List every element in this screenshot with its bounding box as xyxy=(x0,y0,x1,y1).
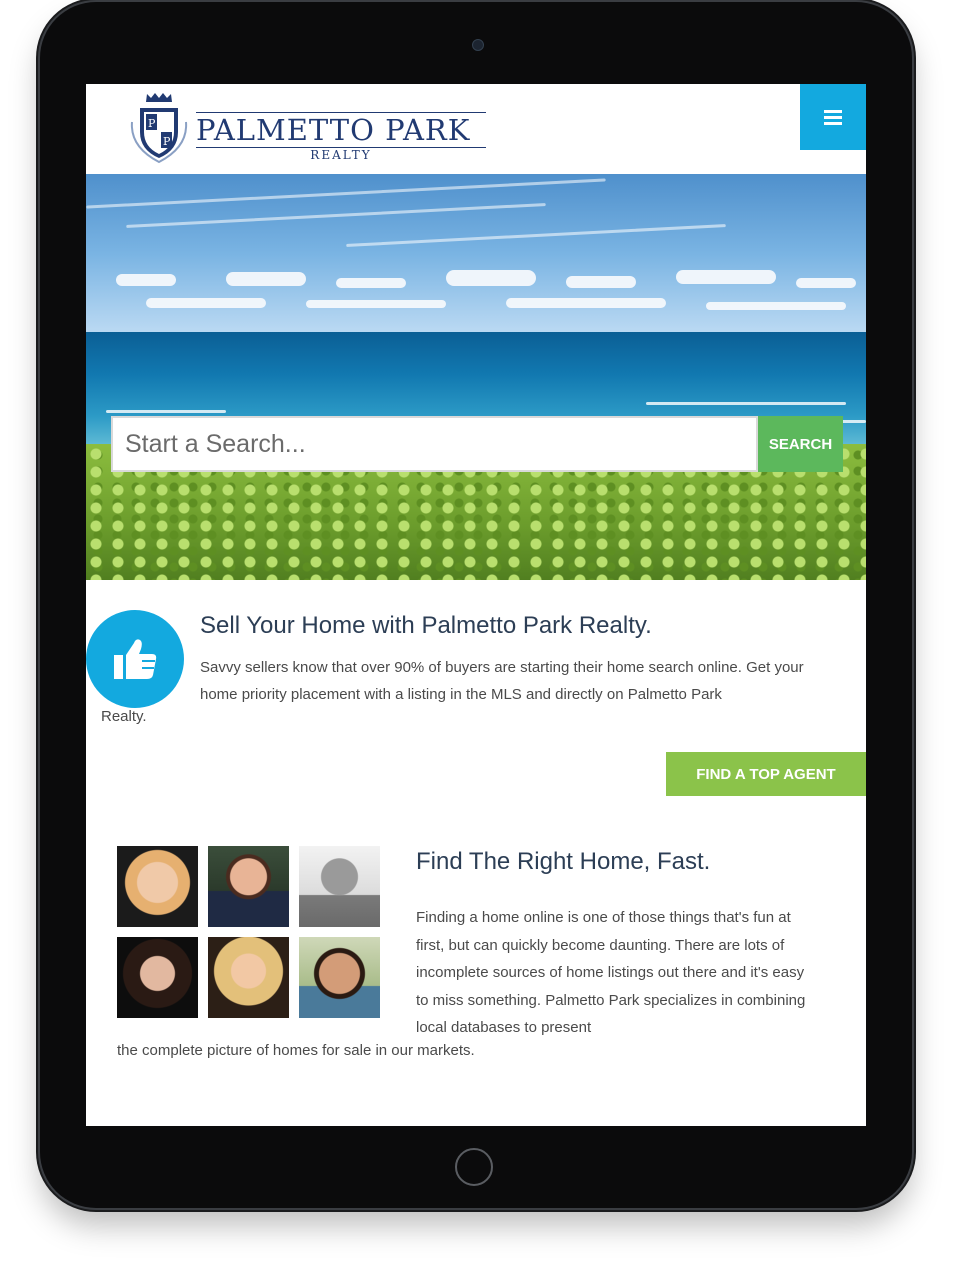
hero-banner: SEARCH xyxy=(86,174,866,580)
search-bar: SEARCH xyxy=(111,416,843,472)
crest-logo-icon[interactable]: P P xyxy=(128,92,190,164)
tablet-frame: P P PALMETTO PARK REALTY Start a Search.… xyxy=(40,2,912,1208)
cloud xyxy=(506,298,666,308)
sell-title: Sell Your Home with Palmetto Park Realty… xyxy=(200,612,652,639)
cloud xyxy=(676,270,776,284)
wave xyxy=(646,402,846,405)
agent-photo-1[interactable] xyxy=(117,846,198,927)
camera-icon xyxy=(472,39,484,51)
cloud xyxy=(226,272,306,286)
sell-description: Savvy sellers know that over 90% of buye… xyxy=(200,659,804,703)
home-button[interactable] xyxy=(455,1148,493,1186)
sell-section: Sell Your Home with Palmetto Park Realty… xyxy=(86,580,866,808)
cloud xyxy=(446,270,536,286)
cloud xyxy=(796,278,856,288)
sell-description-end: Realty. xyxy=(101,708,147,725)
find-top-agent-button[interactable]: FIND A TOP AGENT xyxy=(666,752,866,796)
site-header: P P PALMETTO PARK REALTY xyxy=(86,84,866,174)
hamburger-icon xyxy=(824,107,842,128)
cloud xyxy=(146,298,266,308)
search-input[interactable] xyxy=(111,416,758,472)
agent-photo-3[interactable] xyxy=(299,846,380,927)
find-title: Find The Right Home, Fast. xyxy=(416,848,711,875)
screen: P P PALMETTO PARK REALTY Start a Search.… xyxy=(86,84,866,1126)
cloud xyxy=(706,302,846,310)
menu-button[interactable] xyxy=(800,84,866,150)
cloud xyxy=(336,278,406,288)
cloud xyxy=(116,274,176,286)
brand-subtitle: REALTY xyxy=(310,148,372,162)
cloud xyxy=(306,300,446,308)
agent-photo-6[interactable] xyxy=(299,937,380,1018)
find-home-section: Find The Right Home, Fast. Finding a hom… xyxy=(86,808,866,1126)
agent-photo-2[interactable] xyxy=(208,846,289,927)
thumbs-up-icon xyxy=(86,610,184,708)
svg-text:P: P xyxy=(148,117,156,130)
wave xyxy=(106,410,226,413)
brand-name: PALMETTO PARK xyxy=(196,112,486,145)
agent-photo-5[interactable] xyxy=(208,937,289,1018)
find-description-end: the complete picture of homes for sale i… xyxy=(117,1042,475,1059)
brand-wordmark[interactable]: PALMETTO PARK REALTY xyxy=(196,112,486,162)
sky-background xyxy=(86,174,866,334)
agent-photo-4[interactable] xyxy=(117,937,198,1018)
search-button[interactable]: SEARCH xyxy=(758,416,843,472)
svg-text:P: P xyxy=(163,135,171,148)
find-description: Finding a home online is one of those th… xyxy=(416,909,806,1036)
cloud xyxy=(566,276,636,288)
